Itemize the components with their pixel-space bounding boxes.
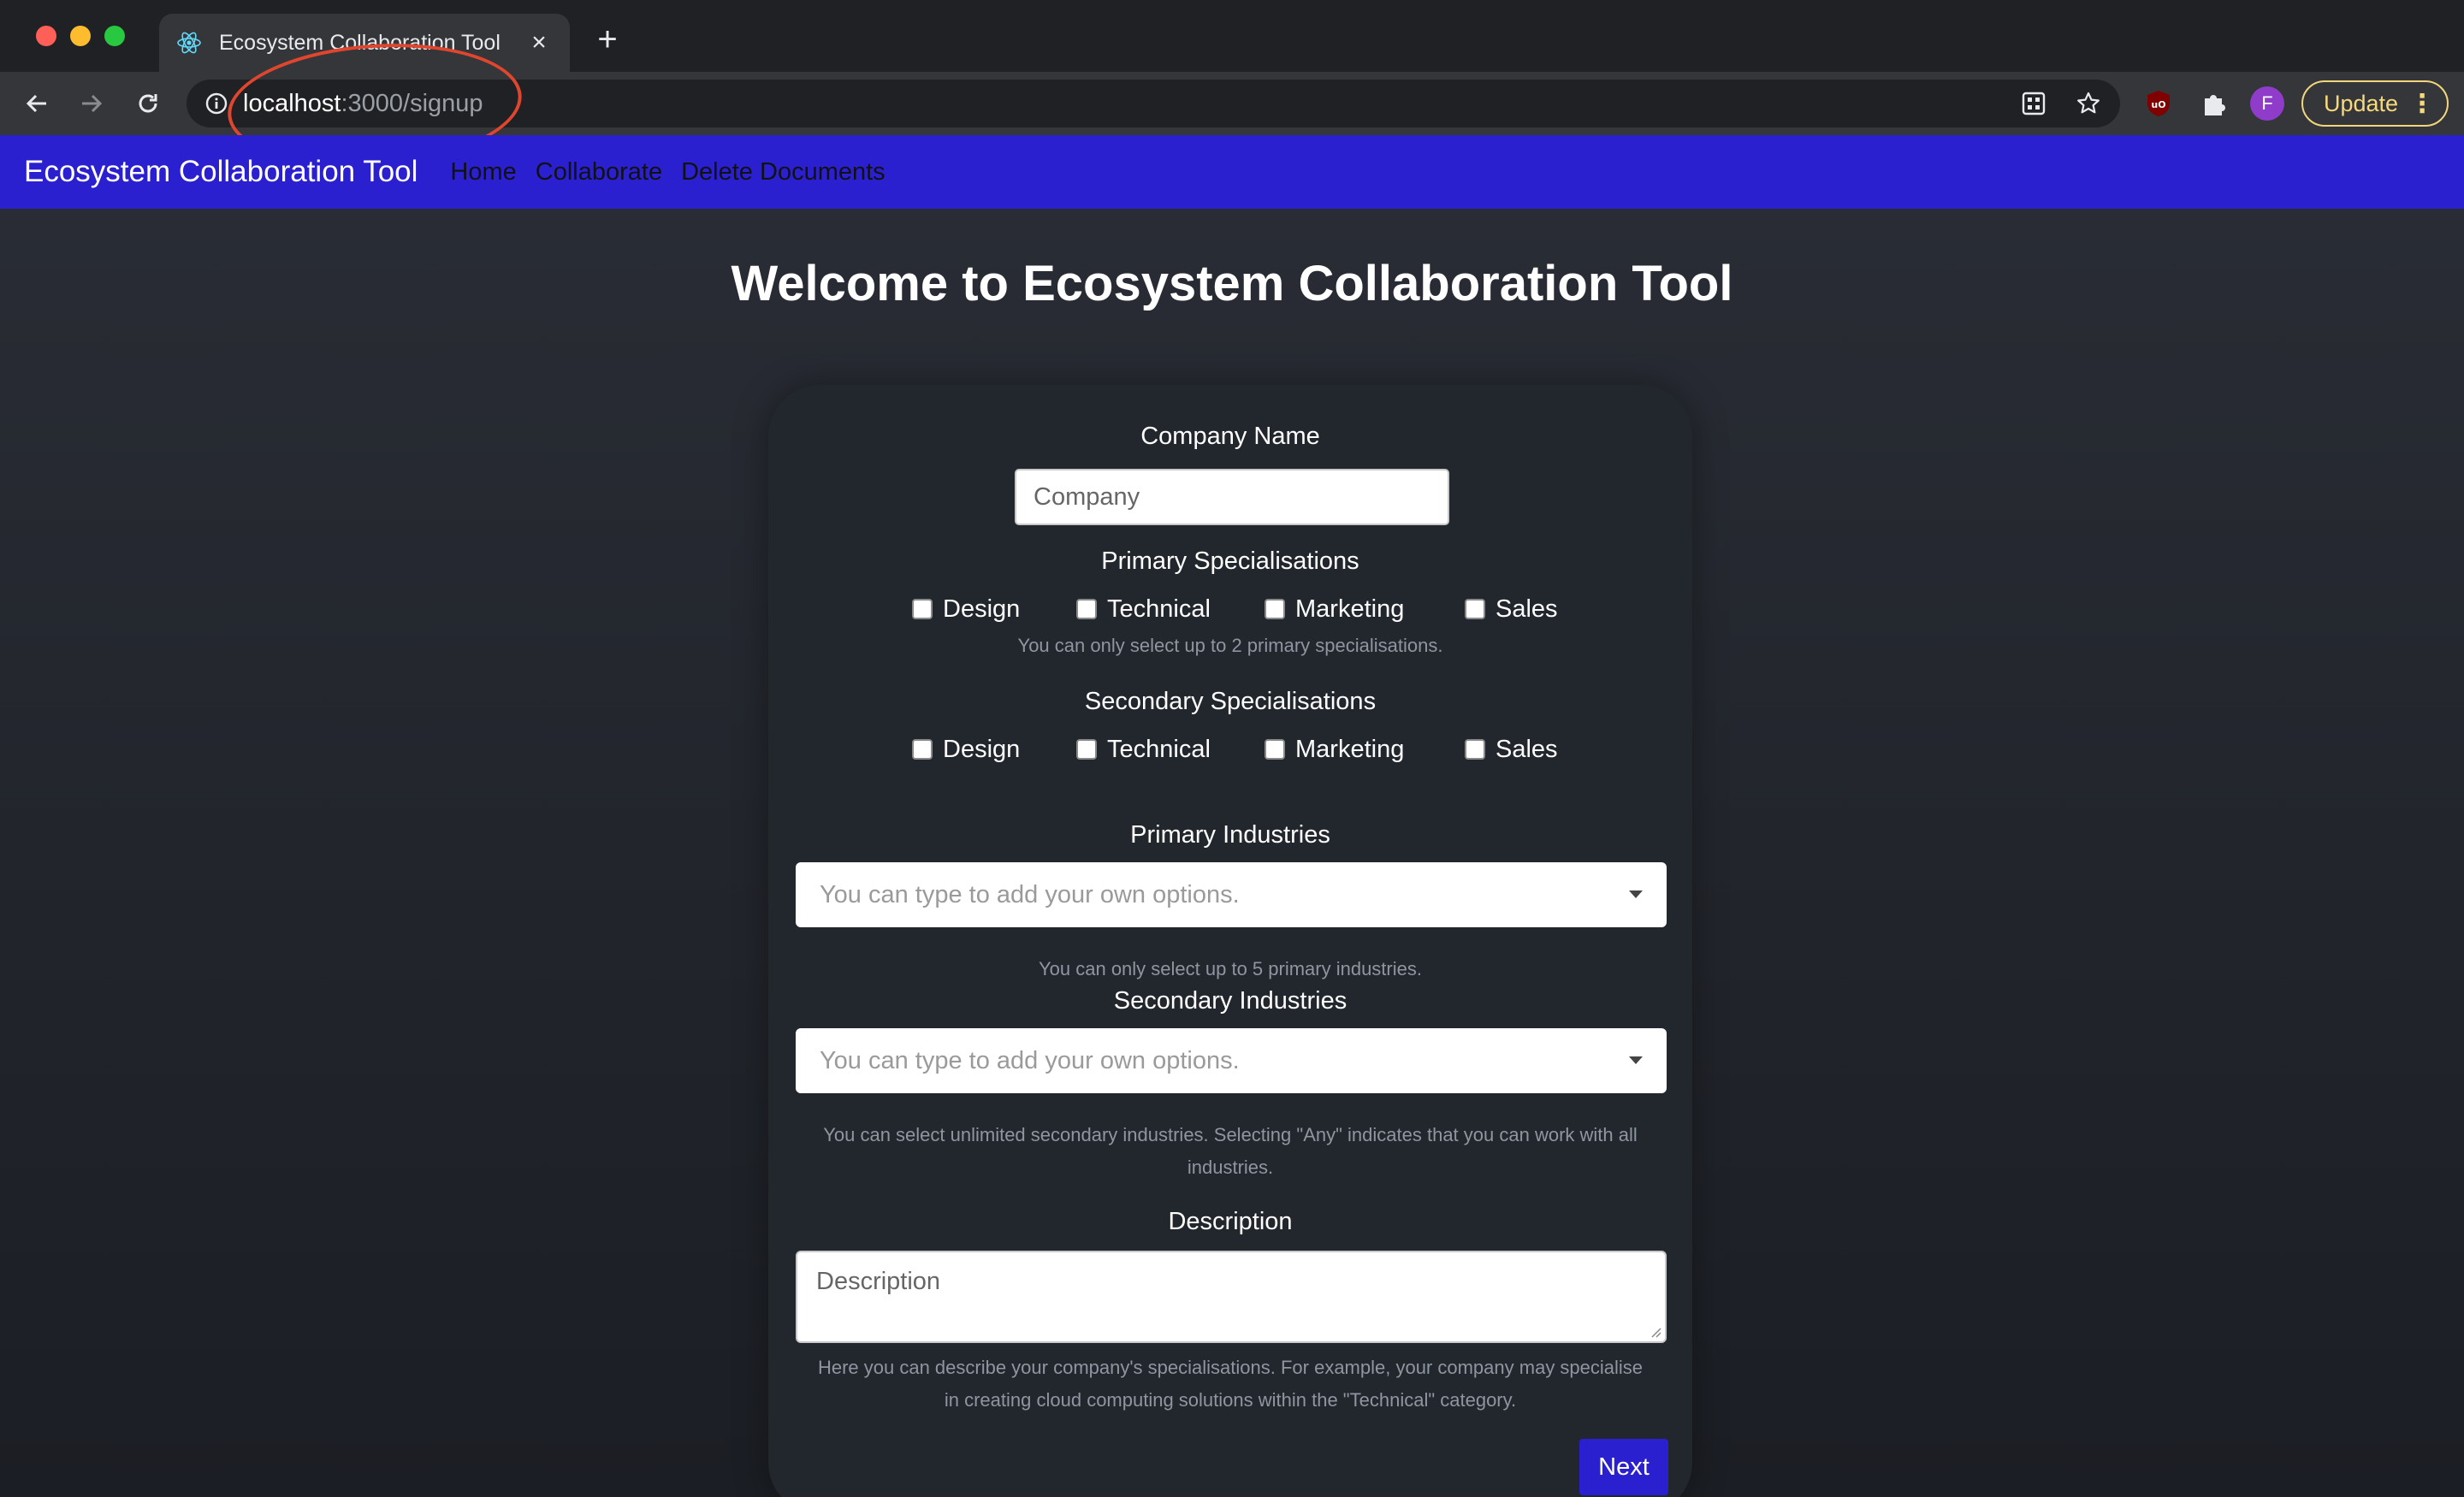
window-minimize-button[interactable]	[70, 26, 91, 46]
secondary-spec-design[interactable]: Design	[912, 732, 1020, 766]
more-menu-icon[interactable]: ⋮	[2409, 89, 2435, 119]
checkbox-label: Technical	[1107, 735, 1211, 763]
bookmark-star-icon[interactable]	[2074, 89, 2103, 118]
reload-icon[interactable]	[128, 84, 168, 123]
primary-spec-design[interactable]: Design	[912, 592, 1020, 626]
checkbox-label: Design	[943, 595, 1021, 623]
secondary-industries-label: Secondary Industries	[1113, 987, 1348, 1015]
nav-link-delete-documents[interactable]: Delete Documents	[681, 158, 886, 186]
tab-close-icon[interactable]: ×	[525, 30, 553, 56]
checkbox[interactable]	[1265, 599, 1285, 619]
svg-text:uO: uO	[2151, 99, 2165, 110]
new-tab-icon[interactable]: +	[589, 22, 626, 56]
checkbox[interactable]	[1465, 739, 1485, 760]
textarea-placeholder: Description	[816, 1268, 941, 1295]
signup-form-card: Company Name Company Primary Specialisat…	[768, 385, 1692, 1497]
app-navbar: Ecosystem Collaboration Tool Home Collab…	[0, 135, 2464, 209]
primary-spec-sales[interactable]: Sales	[1465, 592, 1558, 626]
checkbox-label: Sales	[1496, 735, 1558, 763]
secondary-spec-marketing[interactable]: Marketing	[1265, 732, 1404, 766]
resize-handle-icon[interactable]	[1650, 1326, 1661, 1338]
checkbox-label: Design	[943, 735, 1021, 763]
nav-link-home[interactable]: Home	[450, 158, 516, 186]
chevron-down-icon[interactable]	[1629, 891, 1643, 898]
secondary-industries-hint: You can select unlimited secondary indus…	[823, 1124, 1638, 1178]
checkbox[interactable]	[912, 599, 933, 619]
navbar-brand[interactable]: Ecosystem Collaboration Tool	[24, 155, 418, 189]
page-body: Welcome to Ecosystem Collaboration Tool …	[0, 209, 2464, 1497]
checkbox-label: Marketing	[1295, 595, 1405, 623]
secondary-spec-technical[interactable]: Technical	[1076, 732, 1211, 766]
update-button[interactable]: Update ⋮	[2301, 80, 2449, 127]
ublock-origin-icon[interactable]: uO	[2142, 87, 2175, 120]
checkbox-label: Sales	[1496, 595, 1558, 623]
company-name-label: Company Name	[1140, 423, 1320, 450]
extensions-puzzle-icon[interactable]	[2197, 87, 2230, 120]
checkbox[interactable]	[1076, 599, 1097, 619]
primary-industries-label: Primary Industries	[1130, 821, 1330, 849]
secondary-spec-sales[interactable]: Sales	[1465, 732, 1558, 766]
description-hint: Here you can describe your company's spe…	[817, 1357, 1644, 1411]
select-placeholder: You can type to add your own options.	[820, 1046, 1240, 1074]
next-button[interactable]: Next	[1579, 1439, 1668, 1495]
window-close-button[interactable]	[36, 26, 56, 46]
primary-industries-hint: You can only select up to 5 primary indu…	[1039, 958, 1422, 979]
checkbox[interactable]	[912, 739, 933, 760]
nav-link-collaborate[interactable]: Collaborate	[536, 158, 662, 186]
primary-spec-marketing[interactable]: Marketing	[1265, 592, 1404, 626]
description-label: Description	[1168, 1208, 1293, 1235]
secondary-industries-select[interactable]: You can type to add your own options.	[796, 1028, 1667, 1093]
checkbox[interactable]	[1265, 739, 1285, 760]
company-name-input[interactable]: Company	[1015, 469, 1449, 525]
chevron-down-icon[interactable]	[1629, 1056, 1643, 1064]
window-maximize-button[interactable]	[104, 26, 125, 46]
select-placeholder: You can type to add your own options.	[820, 880, 1240, 908]
secondary-specialisations-label: Secondary Specialisations	[1084, 688, 1377, 715]
primary-industries-select[interactable]: You can type to add your own options.	[796, 862, 1667, 927]
primary-spec-technical[interactable]: Technical	[1076, 592, 1211, 626]
description-textarea[interactable]: Description	[796, 1251, 1667, 1343]
checkbox[interactable]	[1465, 599, 1485, 619]
page-title: Welcome to Ecosystem Collaboration Tool	[731, 256, 1733, 311]
back-arrow-icon[interactable]	[17, 84, 56, 123]
checkbox-label: Technical	[1107, 595, 1211, 623]
primary-specialisations-label: Primary Specialisations	[1101, 547, 1359, 575]
react-icon	[176, 30, 202, 56]
forward-arrow-icon[interactable]	[72, 84, 111, 123]
checkbox[interactable]	[1076, 739, 1097, 760]
update-label: Update	[2324, 90, 2399, 116]
profile-avatar[interactable]: F	[2250, 86, 2284, 121]
checkbox-label: Marketing	[1295, 735, 1405, 763]
site-info-icon[interactable]	[204, 91, 229, 116]
primary-specialisations-hint: You can only select up to 2 primary spec…	[1017, 635, 1443, 656]
qr-code-icon[interactable]	[2019, 89, 2048, 118]
